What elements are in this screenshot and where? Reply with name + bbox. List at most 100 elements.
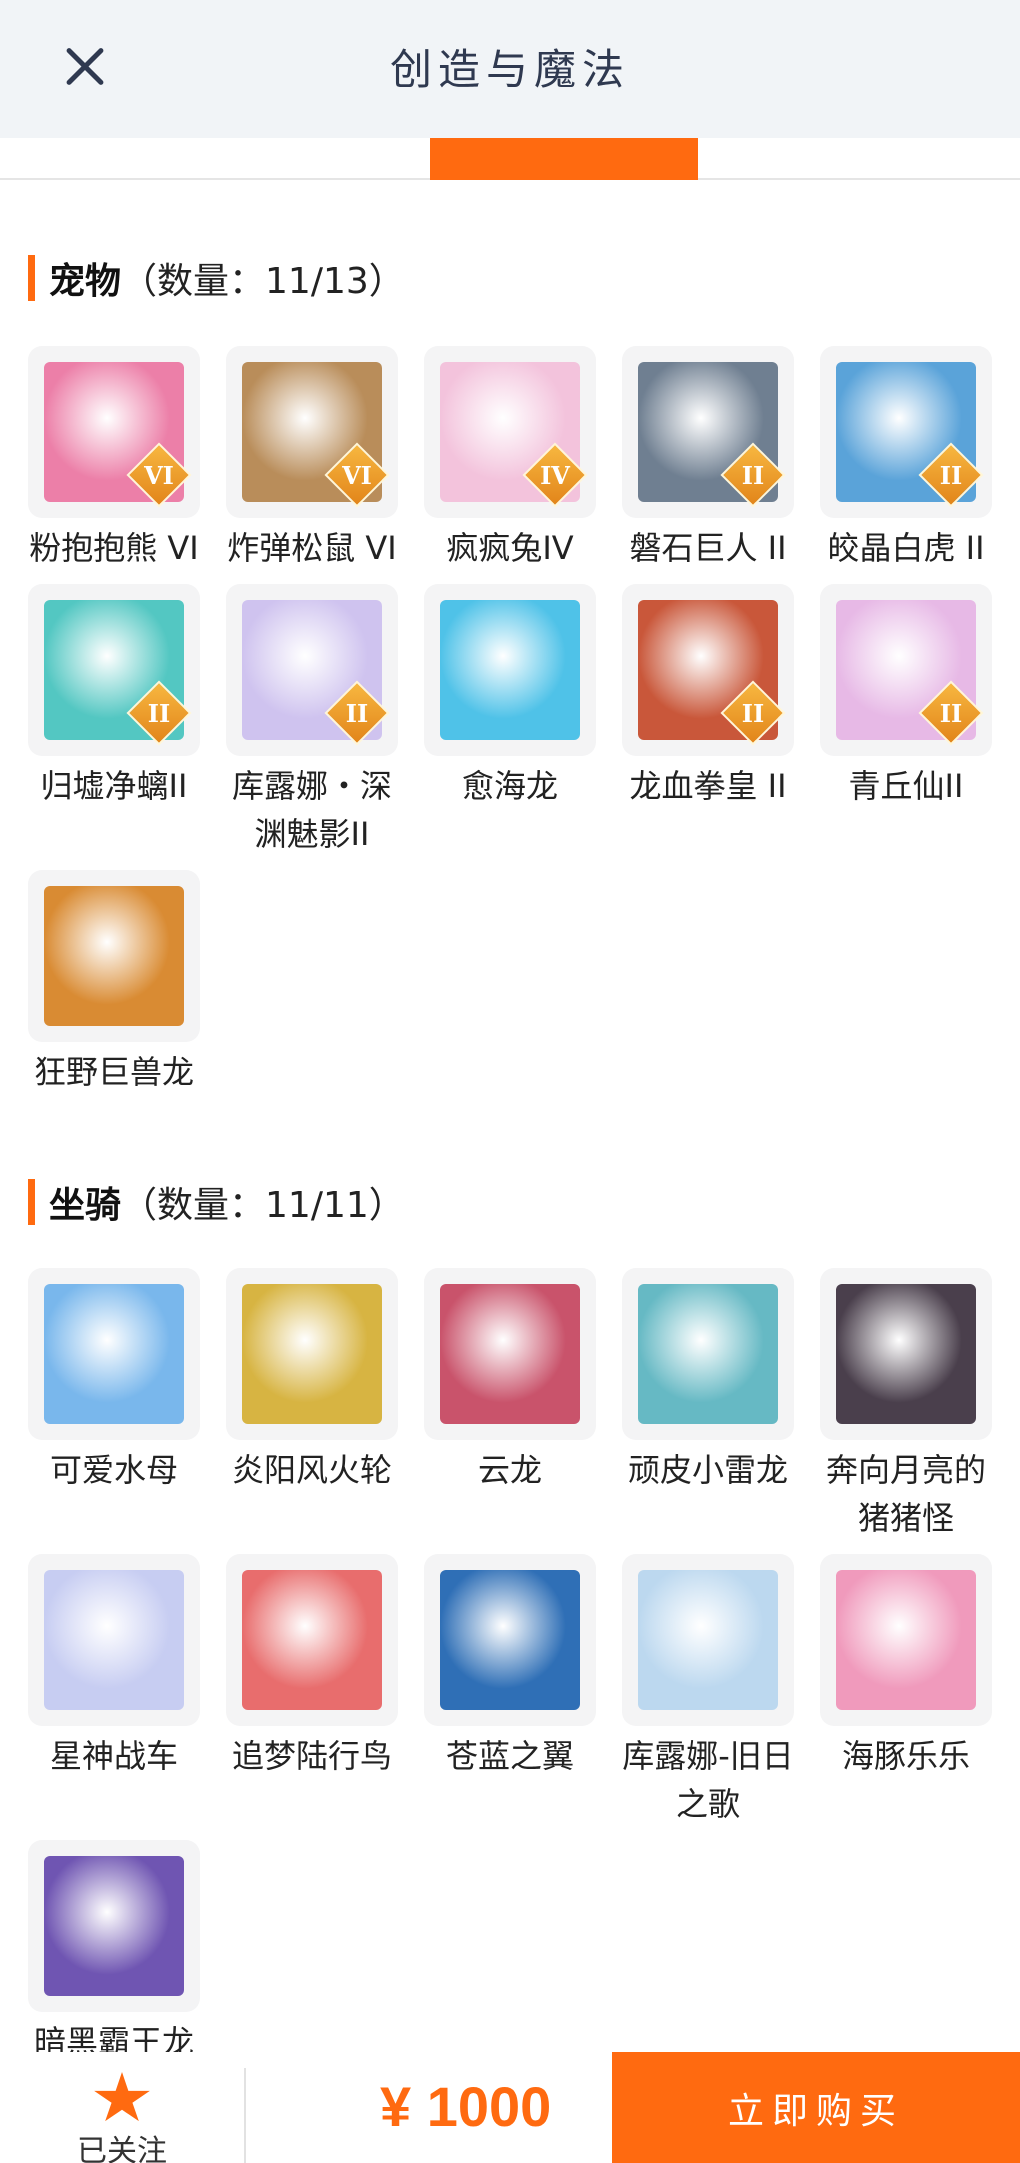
pet-thumbnail[interactable]: II — [28, 584, 200, 756]
rank-badge-label: VI — [342, 460, 372, 490]
section-name: 坐骑 — [49, 1185, 122, 1226]
mount-name: 苍蓝之翼 — [445, 1737, 574, 1775]
rank-badge-label: II — [345, 698, 369, 728]
mount-thumbnail[interactable] — [622, 1554, 794, 1726]
mount-item[interactable]: 云龙 — [424, 1268, 596, 1542]
rank-badge-label: II — [939, 698, 963, 728]
mount-thumbnail[interactable] — [226, 1268, 398, 1440]
section-accent-bar — [28, 1179, 35, 1225]
rank-badge-label: II — [741, 698, 765, 728]
mount-item[interactable]: 星神战车 — [28, 1554, 200, 1828]
pet-thumbnail[interactable]: VI — [28, 346, 200, 518]
pet-thumbnail[interactable]: II — [226, 584, 398, 756]
mount-item[interactable]: 顽皮小雷龙 — [622, 1268, 794, 1542]
pet-thumbnail[interactable]: IV — [424, 346, 596, 518]
pet-item[interactable]: VI 炸弹松鼠 VI — [226, 346, 398, 572]
mount-item[interactable]: 炎阳风火轮 — [226, 1268, 398, 1542]
mount-image — [440, 1570, 580, 1710]
pet-thumbnail[interactable]: II — [622, 346, 794, 518]
buy-now-button[interactable]: 立即购买 — [612, 2052, 1020, 2163]
divider — [244, 2068, 246, 2163]
mount-image — [836, 1570, 976, 1710]
rank-badge-label: II — [939, 460, 963, 490]
pet-image — [44, 886, 184, 1026]
mount-thumbnail[interactable] — [424, 1268, 596, 1440]
pet-name: 愈海龙 — [461, 767, 558, 805]
mount-image — [242, 1570, 382, 1710]
mount-name: 云龙 — [477, 1451, 542, 1489]
pet-item[interactable]: II 皎晶白虎 II — [820, 346, 992, 572]
mount-image — [44, 1856, 184, 1996]
tab-active-indicator[interactable] — [430, 138, 698, 180]
mount-item[interactable]: 库露娜-旧日之歌 — [622, 1554, 794, 1828]
mount-item[interactable]: 暗黑霸王龙 — [28, 1840, 200, 2066]
mount-name: 星神战车 — [49, 1737, 178, 1775]
mount-item[interactable]: 追梦陆行鸟 — [226, 1554, 398, 1828]
mount-thumbnail[interactable] — [28, 1268, 200, 1440]
mounts-section-title: 坐骑 （数量：11/11） — [28, 1178, 405, 1226]
pet-name: 库露娜・深渊魅影II — [231, 767, 392, 853]
pet-name: 磐石巨人 II — [629, 529, 787, 567]
pet-name: 青丘仙II — [848, 767, 964, 805]
pet-name: 疯疯兔IV — [446, 529, 574, 567]
section-count: （数量：11/11） — [121, 1185, 405, 1226]
follow-button[interactable]: 已关注 — [0, 2052, 244, 2163]
pet-item[interactable]: II 磐石巨人 II — [622, 346, 794, 572]
mount-image — [638, 1570, 778, 1710]
pet-thumbnail[interactable]: II — [622, 584, 794, 756]
mount-thumbnail[interactable] — [28, 1554, 200, 1726]
mount-image — [440, 1284, 580, 1424]
pet-name: 皎晶白虎 II — [827, 529, 985, 567]
mount-thumbnail[interactable] — [28, 1840, 200, 2012]
follow-label: 已关注 — [77, 2134, 167, 2163]
pet-item[interactable]: 狂野巨兽龙 — [28, 870, 200, 1096]
pets-section-title: 宠物 （数量：11/13） — [28, 254, 405, 302]
pet-image — [440, 600, 580, 740]
mount-name: 海豚乐乐 — [841, 1737, 970, 1775]
mount-image — [44, 1570, 184, 1710]
pets-grid: VI 粉抱抱熊 VI VI 炸弹松鼠 VI IV 疯疯兔IV II 磐石巨人 II II 皎晶白虎… — [28, 346, 998, 1096]
mount-name: 追梦陆行鸟 — [231, 1737, 392, 1775]
mount-name: 顽皮小雷龙 — [627, 1451, 788, 1489]
section-accent-bar — [28, 255, 35, 301]
mount-thumbnail[interactable] — [820, 1554, 992, 1726]
mount-name: 库露娜-旧日之歌 — [622, 1737, 794, 1823]
pet-item[interactable]: II 库露娜・深渊魅影II — [226, 584, 398, 858]
pet-item[interactable]: VI 粉抱抱熊 VI — [28, 346, 200, 572]
pet-name: 龙血拳皇 II — [629, 767, 787, 805]
mount-name: 奔向月亮的猪猪怪 — [825, 1451, 986, 1537]
pet-name: 归墟净螭II — [40, 767, 188, 805]
pet-name: 狂野巨兽龙 — [33, 1053, 194, 1091]
page-title: 创造与魔法 — [389, 45, 630, 94]
pet-thumbnail[interactable] — [424, 584, 596, 756]
mounts-grid: 可爱水母 炎阳风火轮 云龙 顽皮小雷龙 奔向月亮的猪猪怪星神战车 追梦陆行鸟 苍蓝之翼 库露娜… — [28, 1268, 998, 2066]
pet-name: 炸弹松鼠 VI — [227, 529, 397, 567]
mount-thumbnail[interactable] — [424, 1554, 596, 1726]
mount-item[interactable]: 海豚乐乐 — [820, 1554, 992, 1828]
pet-thumbnail[interactable]: II — [820, 584, 992, 756]
mount-thumbnail[interactable] — [820, 1268, 992, 1440]
mount-thumbnail[interactable] — [622, 1268, 794, 1440]
rank-badge-label: II — [147, 698, 171, 728]
mount-image — [836, 1284, 976, 1424]
pet-item[interactable]: 愈海龙 — [424, 584, 596, 858]
mount-thumbnail[interactable] — [226, 1554, 398, 1726]
tab-strip — [0, 138, 1020, 180]
mount-image — [44, 1284, 184, 1424]
mount-item[interactable]: 可爱水母 — [28, 1268, 200, 1542]
pet-thumbnail[interactable]: VI — [226, 346, 398, 518]
pet-item[interactable]: IV 疯疯兔IV — [424, 346, 596, 572]
pet-item[interactable]: II 归墟净螭II — [28, 584, 200, 858]
pet-item[interactable]: II 青丘仙II — [820, 584, 992, 858]
mount-name: 炎阳风火轮 — [231, 1451, 392, 1489]
section-count: （数量：11/13） — [121, 261, 405, 302]
mount-item[interactable]: 奔向月亮的猪猪怪 — [820, 1268, 992, 1542]
rank-badge-label: IV — [540, 460, 570, 490]
pet-thumbnail[interactable]: II — [820, 346, 992, 518]
pet-thumbnail[interactable] — [28, 870, 200, 1042]
rank-badge-label: VI — [144, 460, 174, 490]
pet-item[interactable]: II 龙血拳皇 II — [622, 584, 794, 858]
mount-image — [638, 1284, 778, 1424]
section-name: 宠物 — [49, 261, 122, 302]
mount-item[interactable]: 苍蓝之翼 — [424, 1554, 596, 1828]
